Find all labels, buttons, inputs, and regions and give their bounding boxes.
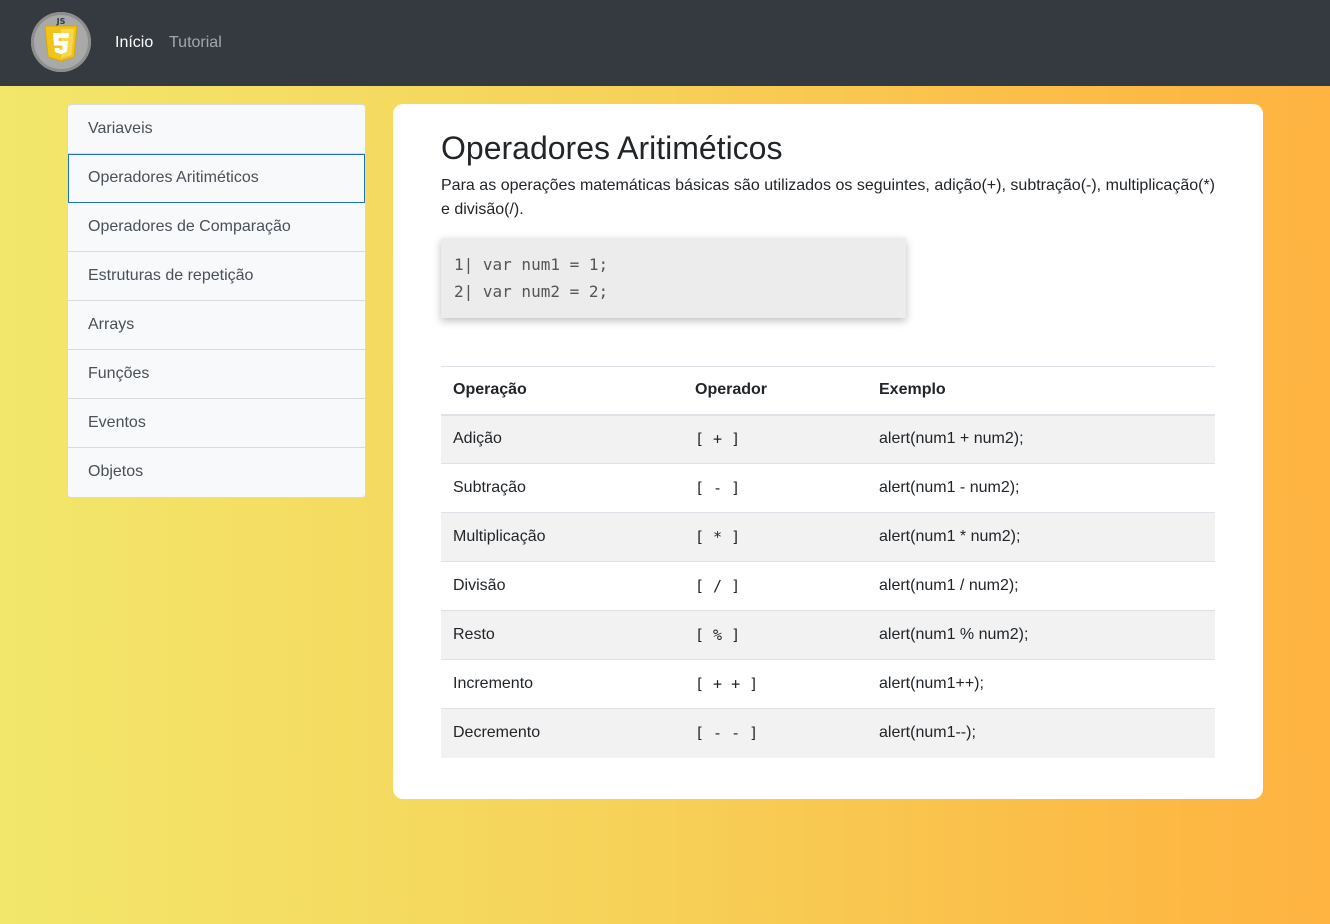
nav-home-link[interactable]: Início	[115, 33, 153, 53]
sidebar-item-estruturas-repeticao[interactable]: Estruturas de repetição	[68, 252, 365, 301]
nav-tutorial-link[interactable]: Tutorial	[169, 33, 222, 53]
cell-operation: Decremento	[441, 708, 683, 758]
cell-example: alert(num1 + num2);	[867, 414, 1215, 464]
sidebar-item-arrays[interactable]: Arrays	[68, 301, 365, 350]
table-row: Adição [ + ] alert(num1 + num2);	[441, 414, 1215, 464]
cell-example: alert(num1 / num2);	[867, 561, 1215, 611]
sidebar-item-funcoes[interactable]: Funções	[68, 350, 365, 399]
code-line: 1| var num1 = 1;	[454, 255, 609, 274]
sidebar-item-operadores-aritmeticos[interactable]: Operadores Aritiméticos	[68, 154, 365, 203]
code-line: 2| var num2 = 2;	[454, 282, 609, 301]
cell-operator: [ - ]	[683, 463, 867, 513]
intro-paragraph: Para as operações matemáticas básicas sã…	[441, 177, 1215, 218]
table-row: Resto [ % ] alert(num1 % num2);	[441, 610, 1215, 660]
table-row: Decremento [ - - ] alert(num1--);	[441, 708, 1215, 758]
js-logo-icon[interactable]: JS	[31, 12, 91, 72]
cell-example: alert(num1++);	[867, 659, 1215, 709]
cell-operation: Divisão	[441, 561, 683, 611]
cell-operation: Incremento	[441, 659, 683, 709]
cell-operator: [ - - ]	[683, 708, 867, 758]
table-row: Divisão [ / ] alert(num1 / num2);	[441, 561, 1215, 611]
cell-example: alert(num1--);	[867, 708, 1215, 758]
sidebar-item-eventos[interactable]: Eventos	[68, 399, 365, 448]
top-navbar: JS Início Tutorial	[0, 0, 1330, 86]
sidebar-item-objetos[interactable]: Objetos	[68, 448, 365, 497]
page-title: Operadores Aritiméticos	[441, 130, 783, 166]
sidebar-item-operadores-comparacao[interactable]: Operadores de Comparação	[68, 203, 365, 252]
sidebar-menu: Variaveis Operadores Aritiméticos Operad…	[67, 104, 366, 498]
cell-example: alert(num1 * num2);	[867, 512, 1215, 562]
operators-table: Operação Operador Exemplo Adição [ + ] a…	[441, 366, 1215, 758]
cell-operation: Adição	[441, 414, 683, 464]
cell-example: alert(num1 - num2);	[867, 463, 1215, 513]
table-row: Subtração [ - ] alert(num1 - num2);	[441, 463, 1215, 513]
cell-operator: [ % ]	[683, 610, 867, 660]
header-operacao: Operação	[441, 366, 683, 416]
cell-example: alert(num1 % num2);	[867, 610, 1215, 660]
cell-operation: Resto	[441, 610, 683, 660]
cell-operation: Subtração	[441, 463, 683, 513]
header-exemplo: Exemplo	[867, 366, 1215, 416]
main-content-card: Operadores Aritiméticos Para as operaçõe…	[393, 104, 1263, 799]
cell-operator: [ / ]	[683, 561, 867, 611]
table-header-row: Operação Operador Exemplo	[441, 366, 1215, 416]
cell-operation: Multiplicação	[441, 512, 683, 562]
cell-operator: [ + ]	[683, 414, 867, 464]
header-operador: Operador	[683, 366, 867, 416]
logo-text: JS	[56, 17, 66, 26]
cell-operator: [ + + ]	[683, 659, 867, 709]
table-row: Multiplicação [ * ] alert(num1 * num2);	[441, 512, 1215, 562]
cell-operator: [ * ]	[683, 512, 867, 562]
table-row: Incremento [ + + ] alert(num1++);	[441, 659, 1215, 709]
sidebar-item-variaveis[interactable]: Variaveis	[68, 105, 365, 154]
code-block: 1| var num1 = 1; 2| var num2 = 2;	[441, 238, 906, 318]
